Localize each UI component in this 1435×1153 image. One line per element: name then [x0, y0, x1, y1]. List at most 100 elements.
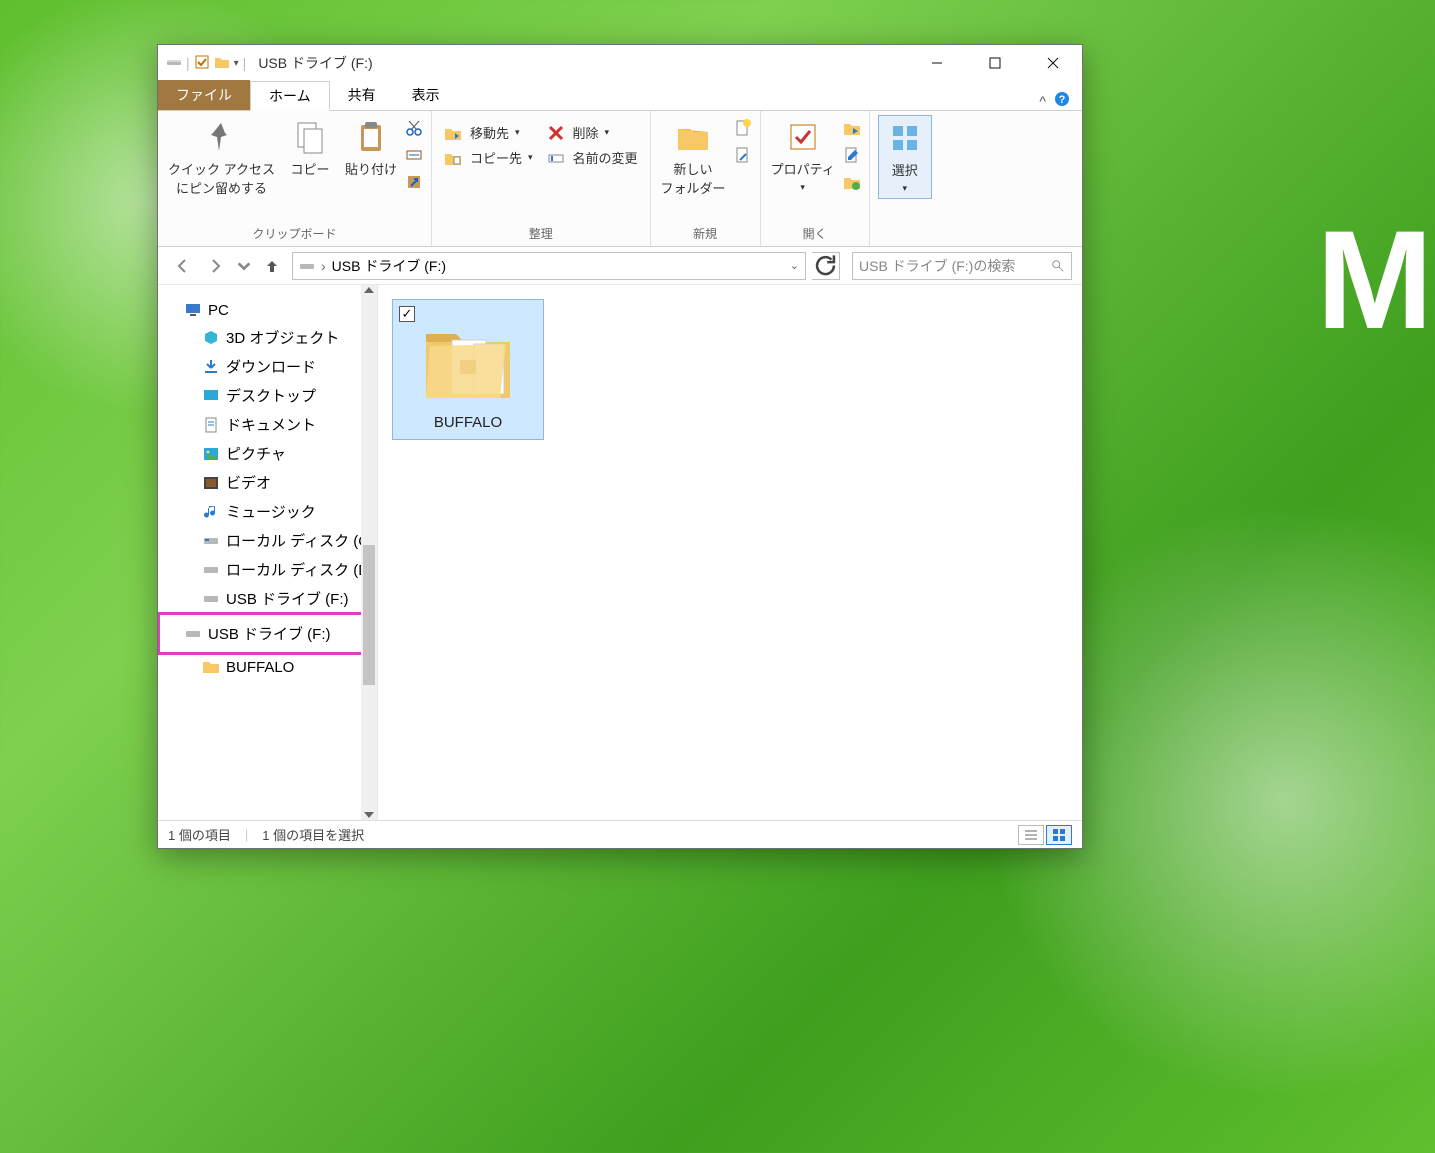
tree-downloads[interactable]: ダウンロード: [158, 352, 377, 381]
window-title: USB ドライブ (F:): [258, 53, 372, 73]
paste-button[interactable]: 貼り付け: [343, 115, 399, 182]
breadcrumb-sep: ›: [321, 258, 326, 274]
maximize-button[interactable]: [966, 45, 1024, 81]
tree-music[interactable]: ミュージック: [158, 497, 377, 526]
new-folder-button[interactable]: 新しい フォルダー: [659, 115, 728, 201]
tree-local-disk-d[interactable]: ローカル ディスク (D: [158, 555, 377, 584]
divider: |: [243, 55, 247, 71]
tree-usb-f-current[interactable]: USB ドライブ (F:): [158, 613, 377, 654]
ribbon-collapse-icon[interactable]: ^: [1039, 93, 1046, 109]
search-placeholder: USB ドライブ (F:)の検索: [859, 256, 1015, 276]
ribbon-group-organize: 移動先▾ コピー先▾ 削除▾ 名前の変更: [432, 111, 651, 246]
tab-view[interactable]: 表示: [394, 80, 458, 110]
tree-pc[interactable]: PC: [158, 297, 377, 323]
properties-button[interactable]: プロパティ ▾: [769, 115, 837, 197]
status-bar: 1 個の項目 | 1 個の項目を選択: [158, 820, 1082, 848]
tab-share[interactable]: 共有: [330, 80, 394, 110]
paste-label: 貼り付け: [345, 159, 397, 178]
copy-path-icon[interactable]: [405, 146, 423, 169]
ribbon-group-clipboard: クイック アクセス にピン留めする コピー 貼り付け クリップボード: [158, 111, 432, 246]
status-count: 1 個の項目: [168, 825, 231, 844]
copy-button[interactable]: コピー: [283, 115, 337, 182]
tree-documents[interactable]: ドキュメント: [158, 410, 377, 439]
select-button[interactable]: 選択 ▾: [878, 115, 932, 199]
drive-icon: [166, 54, 182, 73]
qat-dropdown-icon[interactable]: ▾: [234, 58, 239, 69]
status-selected: 1 個の項目を選択: [262, 825, 364, 844]
breadcrumb-current[interactable]: USB ドライブ (F:): [332, 256, 446, 276]
ribbon-group-new: 新しい フォルダー 新規: [651, 111, 761, 246]
pin-label: クイック アクセス にピン留めする: [168, 159, 275, 197]
open-group-label: 開く: [769, 221, 861, 246]
drive-icon: [299, 258, 315, 274]
new-item-icon[interactable]: [734, 119, 752, 142]
organize-group-label: 整理: [440, 221, 642, 246]
svg-text:?: ?: [1059, 94, 1066, 106]
search-icon: [1051, 259, 1065, 273]
rename-button[interactable]: 名前の変更: [543, 146, 642, 169]
new-group-label: 新規: [659, 221, 752, 246]
move-to-button[interactable]: 移動先▾: [440, 121, 537, 144]
refresh-button[interactable]: [812, 252, 840, 280]
up-button[interactable]: [258, 252, 286, 280]
divider: |: [186, 55, 190, 71]
forward-button[interactable]: [202, 252, 230, 280]
pin-quickaccess-button[interactable]: クイック アクセス にピン留めする: [166, 115, 277, 201]
ribbon: クイック アクセス にピン留めする コピー 貼り付け クリップボード: [158, 111, 1082, 247]
titlebar: | ▾ | USB ドライブ (F:): [158, 45, 1082, 81]
folder-icon: [418, 316, 518, 406]
folder-item-buffalo[interactable]: ✓ BUFFALO: [392, 299, 544, 440]
tree-local-disk-c[interactable]: ローカル ディスク (C: [158, 526, 377, 555]
tree-usb-f-nested[interactable]: USB ドライブ (F:): [158, 584, 377, 613]
recent-dropdown[interactable]: [236, 252, 252, 280]
content-pane[interactable]: ✓ BUFFALO: [378, 285, 1082, 820]
select-label: 選択: [892, 160, 918, 179]
ribbon-group-select: 選択 ▾: [870, 111, 940, 246]
clipboard-group-label: クリップボード: [166, 221, 423, 246]
address-bar[interactable]: › USB ドライブ (F:) ⌄: [292, 252, 806, 280]
search-box[interactable]: USB ドライブ (F:)の検索: [852, 252, 1072, 280]
wallpaper-letter: M: [1316, 210, 1425, 350]
tab-home[interactable]: ホーム: [250, 81, 330, 111]
navigation-pane: PC 3D オブジェクト ダウンロード デスクトップ ドキュメント ピクチャ: [158, 285, 378, 820]
view-details-button[interactable]: [1018, 825, 1044, 845]
view-icons-button[interactable]: [1046, 825, 1072, 845]
item-checkbox[interactable]: ✓: [399, 306, 415, 322]
move-to-label: 移動先: [470, 123, 509, 142]
tree-buffalo[interactable]: BUFFALO: [158, 654, 377, 680]
close-button[interactable]: [1024, 45, 1082, 81]
folder-name: BUFFALO: [399, 414, 537, 431]
help-icon[interactable]: ?: [1054, 91, 1070, 110]
minimize-button[interactable]: [908, 45, 966, 81]
tab-file[interactable]: ファイル: [158, 80, 250, 110]
delete-label: 削除: [573, 123, 599, 142]
explorer-body: PC 3D オブジェクト ダウンロード デスクトップ ドキュメント ピクチャ: [158, 285, 1082, 820]
qat-properties-icon[interactable]: [194, 54, 210, 73]
tree-3d-objects[interactable]: 3D オブジェクト: [158, 323, 377, 352]
copy-to-button[interactable]: コピー先▾: [440, 146, 537, 169]
tree-pictures[interactable]: ピクチャ: [158, 439, 377, 468]
nav-row: › USB ドライブ (F:) ⌄ USB ドライブ (F:)の検索: [158, 247, 1082, 285]
cut-icon[interactable]: [405, 119, 423, 142]
chevron-down-icon[interactable]: ⌄: [790, 259, 799, 272]
tree-desktop[interactable]: デスクトップ: [158, 381, 377, 410]
properties-label: プロパティ: [771, 159, 835, 178]
copy-to-label: コピー先: [470, 148, 522, 167]
ribbon-tabs: ファイル ホーム 共有 表示 ^ ?: [158, 81, 1082, 111]
new-folder-label: 新しい フォルダー: [661, 159, 726, 197]
qat-folder-icon[interactable]: [214, 54, 230, 73]
copy-label: コピー: [290, 159, 329, 178]
nav-scrollbar[interactable]: [361, 285, 377, 820]
explorer-window: | ▾ | USB ドライブ (F:) ファイル ホーム 共有 表示 ^ ?: [157, 44, 1083, 849]
edit-icon[interactable]: [843, 146, 861, 169]
history-icon[interactable]: [843, 173, 861, 196]
delete-button[interactable]: 削除▾: [543, 121, 642, 144]
ribbon-group-open: プロパティ ▾ 開く: [761, 111, 870, 246]
tree-videos[interactable]: ビデオ: [158, 468, 377, 497]
back-button[interactable]: [168, 252, 196, 280]
easy-access-icon[interactable]: [734, 146, 752, 169]
rename-label: 名前の変更: [573, 148, 638, 167]
paste-shortcut-icon[interactable]: [405, 173, 423, 196]
open-icon[interactable]: [843, 119, 861, 142]
status-divider: |: [245, 827, 248, 842]
